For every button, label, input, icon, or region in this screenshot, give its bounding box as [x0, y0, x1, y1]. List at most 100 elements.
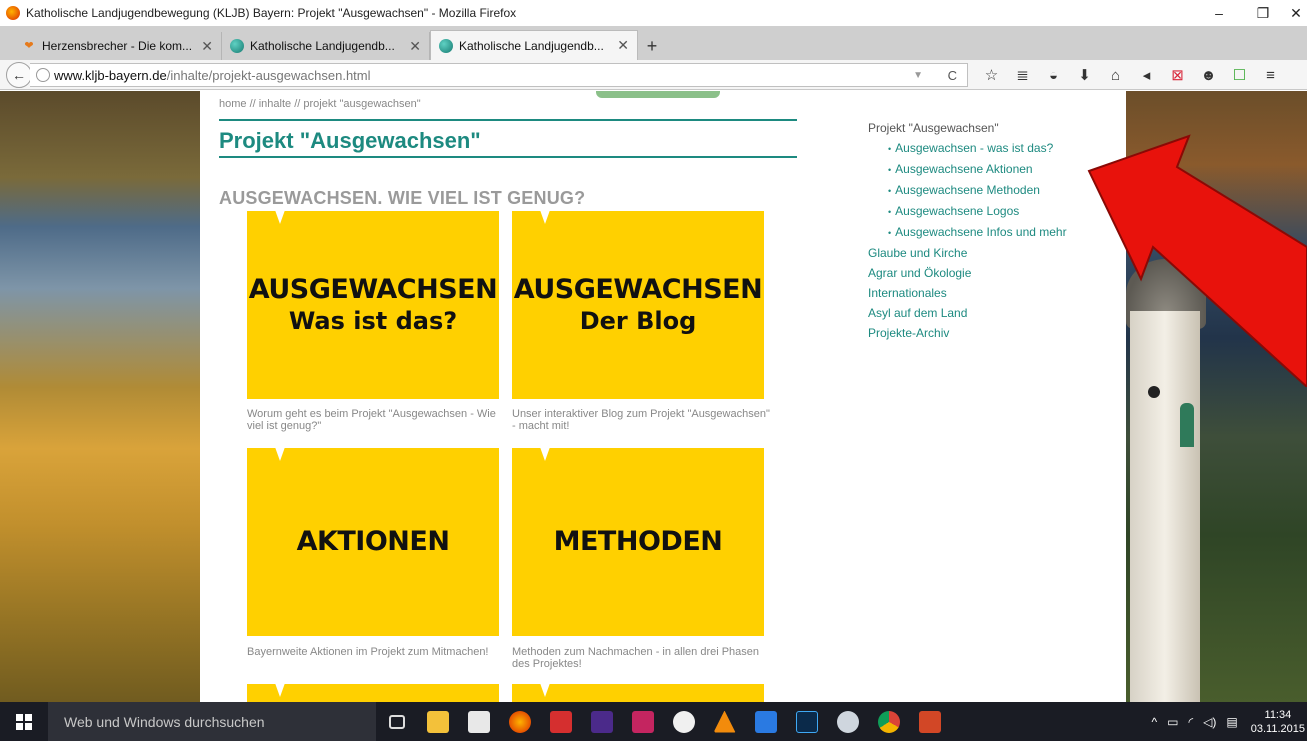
task-view-icon[interactable] — [376, 702, 417, 741]
tab-label: Katholische Landjugendb... — [250, 39, 395, 53]
bullet-icon: • — [888, 228, 892, 238]
window-title: Katholische Landjugendbewegung (KLJB) Ba… — [26, 6, 517, 20]
addon-red-icon[interactable]: ⊠ — [1162, 66, 1193, 84]
toolbar-icons: ☆ ≣ ◒ ⬇ ⌂ ◂ ⊠ ☻ ☐ ≡ — [976, 60, 1286, 90]
bullet-icon: • — [888, 144, 892, 154]
breadcrumb[interactable]: home // inhalte // projekt "ausgewachsen… — [219, 98, 421, 110]
pocket-icon[interactable]: ◒ — [1038, 67, 1069, 84]
sidenav-sub-item[interactable]: • Ausgewachsene Methoden — [868, 180, 1067, 201]
tab-close-icon[interactable]: ✕ — [409, 38, 421, 55]
share-icon[interactable]: ◂ — [1131, 66, 1162, 84]
menu-icon[interactable]: ≡ — [1255, 67, 1286, 84]
background-landscape-left — [0, 91, 200, 708]
close-window-button[interactable]: ✕ — [1285, 0, 1307, 26]
sidenav-item[interactable]: Internationales — [868, 283, 1067, 303]
new-tab-button[interactable]: + — [638, 32, 666, 60]
side-navigation: Projekt "Ausgewachsen" • Ausgewachsen - w… — [868, 118, 1067, 343]
page-title: Projekt "Ausgewachsen" — [219, 128, 481, 153]
sidenav-item[interactable]: Asyl auf dem Land — [868, 303, 1067, 323]
title-rule-top — [219, 119, 797, 121]
photoshop-icon[interactable] — [786, 702, 827, 741]
bullet-icon: • — [888, 207, 892, 217]
firefox-icon[interactable] — [499, 702, 540, 741]
home-icon[interactable]: ⌂ — [1100, 67, 1131, 84]
url-path: /inhalte/projekt-ausgewachsen.html — [166, 67, 371, 83]
tab-label: Katholische Landjugendb... — [459, 38, 604, 53]
action-center-icon[interactable]: ▤ — [1226, 715, 1237, 729]
file-explorer-icon[interactable] — [417, 702, 458, 741]
bookmark-star-icon[interactable]: ☆ — [976, 66, 1007, 84]
battery-icon[interactable]: ▭ — [1167, 715, 1178, 729]
volume-icon[interactable]: ◁) — [1203, 715, 1216, 729]
tile-was-ist-das[interactable]: AUSGEWACHSEN Was ist das? — [247, 210, 499, 399]
url-host: www.kljb-bayern.de — [54, 67, 167, 83]
sidenav-sub-item[interactable]: • Ausgewachsene Logos — [868, 201, 1067, 222]
tile-der-blog[interactable]: AUSGEWACHSEN Der Blog — [512, 210, 764, 399]
tile-methoden[interactable]: METHODEN — [512, 447, 764, 636]
tile-title: AUSGEWACHSEN — [248, 274, 498, 305]
minimize-button[interactable]: – — [1197, 0, 1241, 26]
tab-close-icon[interactable]: ✕ — [201, 38, 213, 55]
start-button[interactable] — [0, 702, 48, 741]
tab-kljb-1[interactable]: Katholische Landjugendb... ✕ — [222, 32, 430, 60]
sidenav-item[interactable]: Glaube und Kirche — [868, 243, 1067, 263]
url-dropdown-icon[interactable]: ▼ — [913, 70, 923, 81]
site-info-icon[interactable] — [36, 68, 50, 82]
tile-aktionen[interactable]: AKTIONEN — [247, 447, 499, 636]
quotes-app-icon[interactable] — [622, 702, 663, 741]
dropbox-icon[interactable] — [745, 702, 786, 741]
tile-caption[interactable]: Worum geht es beim Projekt "Ausgewachsen… — [247, 408, 505, 432]
sidenav-item[interactable]: Projekte-Archiv — [868, 323, 1067, 343]
window-titlebar: Katholische Landjugendbewegung (KLJB) Ba… — [0, 0, 1307, 26]
tile-caption[interactable]: Bayernweite Aktionen im Projekt zum Mitm… — [247, 646, 505, 658]
tab-label: Herzensbrecher - Die kom... — [42, 39, 193, 53]
windows-logo-icon — [16, 713, 32, 730]
url-bar[interactable]: www.kljb-bayern.de/inhalte/projekt-ausge… — [30, 63, 968, 87]
church-clock — [1148, 386, 1160, 398]
store-icon[interactable] — [458, 702, 499, 741]
vlc-icon[interactable] — [704, 702, 745, 741]
steam-icon[interactable] — [827, 702, 868, 741]
taskbar-clock[interactable]: 11:34 03.11.2015 — [1251, 708, 1307, 736]
title-rule-bottom — [219, 156, 797, 158]
navigation-bar: ← www.kljb-bayern.de/inhalte/projekt-aus… — [0, 60, 1307, 90]
reload-icon[interactable]: C — [948, 68, 957, 83]
sidenav-sub-label: Ausgewachsene Logos — [895, 204, 1020, 218]
tray-overflow-icon[interactable]: ^ — [1152, 715, 1158, 729]
back-button[interactable]: ← — [6, 61, 32, 88]
maximize-button[interactable]: ❐ — [1241, 0, 1285, 26]
tile-caption[interactable]: Methoden zum Nachmachen - in allen drei … — [512, 646, 770, 670]
addon-green-icon[interactable]: ☐ — [1224, 66, 1255, 84]
tex-icon[interactable] — [581, 702, 622, 741]
sidenav-sub-label: Ausgewachsene Infos und mehr — [895, 225, 1067, 239]
heart-icon: ❤ — [24, 40, 34, 52]
chat-icon[interactable]: ☻ — [1193, 67, 1224, 84]
clock-date: 03.11.2015 — [1250, 722, 1305, 735]
bullet-icon: • — [888, 165, 892, 175]
sidenav-sub-label: Ausgewachsen - was ist das? — [895, 141, 1054, 155]
chrome-icon[interactable] — [868, 702, 909, 741]
acrobat-icon[interactable] — [540, 702, 581, 741]
sidenav-sub-item[interactable]: • Ausgewachsen - was ist das? — [868, 138, 1067, 159]
section-heading: AUSGEWACHSEN. WIE VIEL IST GENUG? — [219, 188, 586, 208]
tab-strip: ❤ Herzensbrecher - Die kom... ✕ Katholis… — [0, 26, 1307, 60]
wifi-icon[interactable]: ◜ — [1189, 715, 1194, 729]
tab-close-icon[interactable]: ✕ — [617, 37, 629, 54]
downloads-icon[interactable]: ⬇ — [1069, 66, 1100, 84]
sidenav-item[interactable]: Agrar und Ökologie — [868, 263, 1067, 283]
content-page: home // inhalte // projekt "ausgewachsen… — [200, 91, 1126, 708]
sidenav-sub-item[interactable]: • Ausgewachsene Infos und mehr — [868, 222, 1067, 243]
sidenav-parent[interactable]: Projekt "Ausgewachsen" — [868, 118, 1067, 138]
tab-herzensbrecher[interactable]: ❤ Herzensbrecher - Die kom... ✕ — [14, 32, 222, 60]
taskbar-search-box[interactable]: Web und Windows durchsuchen — [48, 702, 376, 741]
tile-notch — [540, 447, 550, 461]
powerpoint-icon[interactable] — [909, 702, 950, 741]
bullet-icon: • — [888, 186, 892, 196]
sync-app-icon[interactable] — [663, 702, 704, 741]
tab-kljb-active[interactable]: Katholische Landjugendb... ✕ — [430, 30, 638, 60]
globe-icon — [439, 38, 453, 53]
reading-list-icon[interactable]: ≣ — [1007, 66, 1038, 84]
church-window — [1180, 403, 1194, 447]
tile-caption[interactable]: Unser interaktiver Blog zum Projekt "Aus… — [512, 408, 770, 432]
sidenav-sub-item[interactable]: • Ausgewachsene Aktionen — [868, 159, 1067, 180]
